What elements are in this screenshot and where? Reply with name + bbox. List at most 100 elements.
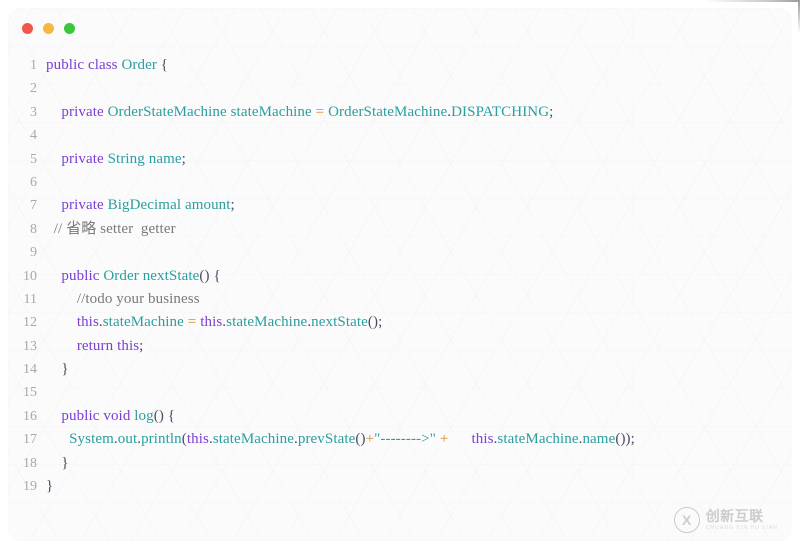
line-number: 11 — [23, 291, 37, 307]
code-token-typ: name — [582, 431, 616, 448]
code-line-text: public Order nextState() { — [46, 265, 792, 288]
line-number: 16 — [23, 408, 37, 424]
watermark-brand-pinyin: CHUANG XIN HU LIAN — [705, 524, 778, 531]
code-line[interactable]: 14 } — [8, 358, 792, 381]
line-number: 12 — [23, 315, 37, 331]
code-line[interactable]: 9 — [8, 241, 792, 264]
code-line[interactable]: 16 public void log() { — [8, 405, 792, 428]
code-line[interactable]: 19} — [8, 475, 792, 498]
code-token-kw: this — [76, 314, 99, 331]
code-token-kw: class — [87, 57, 122, 73]
code-token-pun: () { — [199, 267, 221, 284]
code-token-pun — [46, 104, 61, 120]
line-number: 8 — [30, 221, 37, 237]
code-line-text: } — [46, 475, 792, 498]
code-token-str: "-------->" — [374, 431, 436, 448]
code-line-text: } — [46, 358, 792, 381]
code-token-cmt: //todo your business — [76, 290, 200, 307]
code-token-kw: public — [61, 407, 104, 424]
code-line[interactable]: 18 } — [8, 452, 792, 475]
code-line-text: this.stateMachine = this.stateMachine.ne… — [46, 311, 792, 334]
code-editor-body[interactable]: 1 public class Order { 2 3 private OrderSta… — [8, 54, 792, 541]
code-token-kw: private — [61, 103, 108, 120]
code-line[interactable]: 4 — [8, 124, 792, 147]
code-token-pun: () { — [153, 407, 176, 424]
close-button-dot[interactable] — [22, 22, 33, 34]
code-token-typ: Order — [103, 267, 139, 284]
line-number: 3 — [30, 104, 37, 120]
code-snippet-window: 1 public class Order { 2 3 private OrderSta… — [8, 8, 792, 541]
code-line[interactable]: 15 — [8, 381, 792, 404]
code-token-pun: ()); — [615, 431, 635, 448]
code-token-pun — [46, 338, 77, 354]
code-token-pun: } — [46, 454, 69, 471]
window-titlebar — [8, 8, 792, 48]
watermark-logo-icon — [673, 507, 700, 533]
line-number: 5 — [30, 151, 37, 167]
code-line-text: } — [46, 452, 792, 475]
code-line[interactable]: 8 // 省略 setter getter — [8, 218, 792, 241]
line-number: 14 — [23, 362, 37, 378]
code-line[interactable]: 2 — [8, 77, 792, 100]
code-line[interactable]: 5 private String name; — [8, 148, 792, 171]
code-token-typ: nextState — [311, 314, 368, 331]
code-line[interactable]: 3 private OrderStateMachine stateMachine… — [8, 101, 792, 124]
watermark-brand-cn: 创新互联 — [705, 508, 764, 525]
code-line[interactable]: 7 private BigDecimal amount; — [8, 194, 792, 217]
code-token-pun: (); — [367, 314, 383, 331]
code-token-typ: stateMachine — [230, 103, 312, 120]
code-token-typ: Order — [121, 57, 157, 73]
code-line[interactable]: 12 this.stateMachine = this.stateMachine… — [8, 311, 792, 334]
code-token-pun: ; — [181, 150, 186, 167]
code-line[interactable]: 1 public class Order { — [8, 54, 792, 77]
line-number: 6 — [30, 174, 37, 190]
code-line[interactable]: 11 //todo your business — [8, 288, 792, 311]
code-line[interactable]: 17 System.out.println(this.stateMachine.… — [8, 428, 792, 451]
code-token-op: = — [315, 103, 325, 120]
code-line[interactable]: 6 — [8, 171, 792, 194]
code-token-typ: BigDecimal — [107, 197, 182, 214]
code-token-kw: private — [61, 197, 108, 214]
code-token-typ: println — [141, 431, 182, 448]
code-token-kw: void — [103, 407, 135, 424]
code-line-text: private BigDecimal amount; — [46, 194, 792, 217]
code-token-kw: public — [46, 57, 88, 73]
code-token-typ: String — [107, 150, 145, 167]
code-token-typ: OrderStateMachine — [328, 103, 448, 120]
code-token-pun: } — [46, 361, 69, 378]
line-number: 2 — [30, 81, 37, 97]
code-token-kw: private — [61, 150, 108, 167]
line-number: 4 — [30, 128, 37, 144]
code-token-kw: this — [471, 431, 494, 448]
code-line-text: private String name; — [46, 148, 792, 171]
code-line-text: public class Order { — [46, 54, 792, 77]
code-token-pun: ; — [549, 103, 554, 120]
code-token-typ: amount — [184, 197, 231, 214]
code-token-cmt: // 省略 setter getter — [53, 220, 176, 237]
minimize-button-dot[interactable] — [43, 22, 54, 34]
screenshot-root: 1 public class Order { 2 3 private OrderSta… — [0, 0, 800, 549]
code-line[interactable]: 10 public Order nextState() { — [8, 265, 792, 288]
code-token-kw: return — [76, 337, 118, 354]
code-token-typ: DISPATCHING — [451, 103, 550, 120]
line-number: 19 — [23, 479, 37, 495]
code-line-text: // 省略 setter getter — [46, 218, 792, 241]
line-number: 13 — [23, 338, 37, 354]
window-top-hairline — [0, 0, 800, 2]
code-token-pun — [46, 151, 61, 167]
line-number: 7 — [30, 198, 37, 214]
code-line-text: System.out.println(this.stateMachine.pre… — [46, 428, 792, 451]
code-line-text: private OrderStateMachine stateMachine =… — [46, 101, 792, 124]
code-token-pun — [46, 314, 77, 330]
line-number: 10 — [23, 268, 37, 284]
maximize-button-dot[interactable] — [64, 22, 75, 34]
line-number: 1 — [30, 58, 37, 73]
watermark-text-group: 创新互联 CHUANG XIN HU LIAN — [706, 509, 778, 531]
code-line-text: //todo your business — [46, 288, 792, 311]
code-token-pun — [46, 268, 61, 284]
code-token-typ: log — [134, 407, 154, 424]
code-token-kw: this — [117, 337, 140, 354]
code-token-typ: stateMachine — [226, 314, 308, 331]
code-line[interactable]: 13 return this; — [8, 335, 792, 358]
code-token-pun — [46, 431, 69, 447]
